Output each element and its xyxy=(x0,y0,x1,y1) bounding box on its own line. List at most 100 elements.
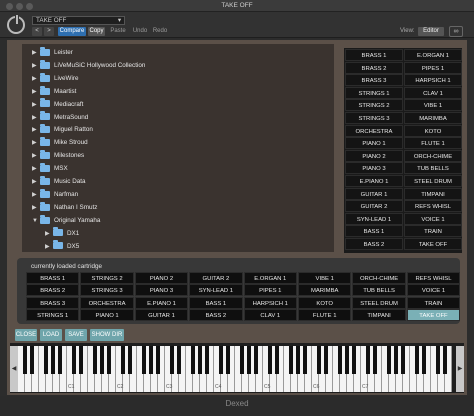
bank-program[interactable]: BRASS 1 xyxy=(345,49,403,61)
black-key[interactable] xyxy=(289,346,293,374)
cartridge-program[interactable]: BRASS 2 xyxy=(26,284,80,297)
black-key[interactable] xyxy=(338,346,342,374)
redo-button[interactable]: Redo xyxy=(151,27,169,36)
black-key[interactable] xyxy=(128,346,132,374)
black-key[interactable] xyxy=(240,346,244,374)
bank-program[interactable]: GUITAR 2 xyxy=(345,200,403,213)
black-key[interactable] xyxy=(156,346,160,374)
bank-program[interactable]: ORCHESTRA xyxy=(345,124,403,137)
bank-program[interactable]: E.PIANO 1 xyxy=(345,175,403,187)
bank-program[interactable]: GUITAR 1 xyxy=(345,187,403,200)
black-key[interactable] xyxy=(366,346,370,374)
browser-folder-row[interactable]: ▶ Music Data xyxy=(32,175,86,188)
black-key[interactable] xyxy=(324,346,328,374)
bank-program[interactable]: STRINGS 2 xyxy=(345,99,403,112)
black-key[interactable] xyxy=(373,346,377,374)
link-icon[interactable]: ∞ xyxy=(449,26,463,37)
bank-program[interactable]: BASS 1 xyxy=(345,225,403,238)
black-key[interactable] xyxy=(275,346,279,374)
browser-folder-row[interactable]: ▶ Milestones xyxy=(32,149,84,162)
cartridge-program[interactable]: PIANO 3 xyxy=(134,284,189,297)
cartridge-program[interactable]: E.ORGAN 1 xyxy=(243,272,297,284)
cartridge-program[interactable]: HARPSICH 1 xyxy=(243,296,297,309)
black-key[interactable] xyxy=(72,346,76,374)
browser-folder-row[interactable]: ▶ Maartist xyxy=(32,85,76,98)
cartridge-program[interactable]: ORCHESTRA xyxy=(80,296,134,309)
bank-program[interactable]: PIANO 3 xyxy=(345,162,403,175)
black-key[interactable] xyxy=(149,346,153,374)
cartridge-program[interactable]: KOTO xyxy=(298,296,352,309)
black-key[interactable] xyxy=(107,346,111,374)
show-dir-button[interactable]: SHOW DIR xyxy=(90,329,124,341)
black-key[interactable] xyxy=(100,346,104,374)
black-key[interactable] xyxy=(30,346,34,374)
black-key[interactable] xyxy=(219,346,223,374)
file-browser[interactable]: ▶ Leister ▶ LiVeMuSiC Hollywood Collection ▶… xyxy=(22,44,334,252)
browser-folder-row[interactable]: ▶ MSX xyxy=(32,162,68,175)
black-key[interactable] xyxy=(436,346,440,374)
undo-button[interactable]: Undo xyxy=(131,27,149,36)
browser-scrollbar[interactable] xyxy=(328,44,334,252)
close-button[interactable]: CLOSE xyxy=(15,329,37,341)
disclosure-open-icon[interactable]: ▼ xyxy=(32,215,40,228)
black-key[interactable] xyxy=(79,346,83,374)
bank-program[interactable]: TAKE OFF xyxy=(404,238,462,250)
black-key[interactable] xyxy=(247,346,251,374)
bank-program[interactable]: BRASS 2 xyxy=(345,61,403,74)
black-key[interactable] xyxy=(93,346,97,374)
browser-folder-row[interactable]: ▶ MetraSound xyxy=(32,111,88,124)
view-select[interactable]: Editor xyxy=(418,27,444,36)
bank-program[interactable]: PIPES 1 xyxy=(404,61,462,74)
bank-program[interactable]: TUB BELLS xyxy=(404,162,462,175)
compare-button[interactable]: Compare xyxy=(58,27,86,36)
browser-folder-row[interactable]: ▶ DX5 xyxy=(45,240,79,253)
bank-program[interactable]: STRINGS 1 xyxy=(345,86,403,99)
bank-program[interactable]: FLUTE 1 xyxy=(404,137,462,150)
black-key[interactable] xyxy=(170,346,174,374)
bank-program[interactable]: REFS WHISL xyxy=(404,200,462,213)
cartridge-program[interactable]: BASS 1 xyxy=(189,296,243,309)
bank-program[interactable]: HARPSICH 1 xyxy=(404,74,462,87)
black-key[interactable] xyxy=(142,346,146,374)
black-key[interactable] xyxy=(296,346,300,374)
back-button[interactable]: < xyxy=(32,27,42,36)
cartridge-program[interactable]: STRINGS 3 xyxy=(80,284,134,297)
browser-folder-row[interactable]: ▶ Mediacraft xyxy=(32,98,83,111)
browser-folder-row[interactable]: ▶ Miguel Ratton xyxy=(32,123,93,136)
power-icon[interactable] xyxy=(7,15,25,34)
cartridge-program[interactable]: BRASS 3 xyxy=(26,296,80,309)
cartridge-program[interactable]: TAKE OFF xyxy=(406,309,461,322)
black-key[interactable] xyxy=(443,346,447,374)
cartridge-program[interactable]: VIBE 1 xyxy=(298,272,352,284)
forward-button[interactable]: > xyxy=(44,27,54,36)
cartridge-program[interactable]: MARIMBA xyxy=(298,284,352,297)
bank-program[interactable]: PIANO 1 xyxy=(345,137,403,150)
bank-program[interactable]: MARIMBA xyxy=(404,112,462,124)
black-key[interactable] xyxy=(44,346,48,374)
black-key[interactable] xyxy=(198,346,202,374)
save-button[interactable]: SAVE xyxy=(65,329,87,341)
black-key[interactable] xyxy=(51,346,55,374)
black-key[interactable] xyxy=(415,346,419,374)
cartridge-program[interactable]: SYN-LEAD 1 xyxy=(189,284,243,297)
bank-program[interactable]: ORCH-CHIME xyxy=(404,149,462,162)
paste-button[interactable]: Paste xyxy=(108,27,128,36)
bank-program[interactable]: VOICE 1 xyxy=(404,212,462,225)
bank-program[interactable]: BRASS 3 xyxy=(345,74,403,87)
browser-folder-row[interactable]: ▶ Nathan I Smutz xyxy=(32,201,97,214)
cartridge-program[interactable]: PIPES 1 xyxy=(243,284,297,297)
cartridge-program[interactable]: CLAV 1 xyxy=(243,309,297,322)
black-key[interactable] xyxy=(205,346,209,374)
load-button[interactable]: LOAD xyxy=(40,329,62,341)
black-key[interactable] xyxy=(226,346,230,374)
cartridge-program[interactable]: TIMPANI xyxy=(352,309,406,322)
cartridge-program[interactable]: TUB BELLS xyxy=(352,284,406,297)
black-key[interactable] xyxy=(352,346,356,374)
disclosure-closed-icon[interactable]: ▶ xyxy=(45,241,53,253)
black-key[interactable] xyxy=(422,346,426,374)
browser-folder-row[interactable]: ▶ Narfman xyxy=(32,188,78,201)
cartridge-program[interactable]: TRAIN xyxy=(406,296,461,309)
cartridge-program[interactable]: GUITAR 2 xyxy=(189,272,243,284)
bank-program[interactable]: STEEL DRUM xyxy=(404,175,462,187)
bank-program[interactable]: SYN-LEAD 1 xyxy=(345,212,403,225)
